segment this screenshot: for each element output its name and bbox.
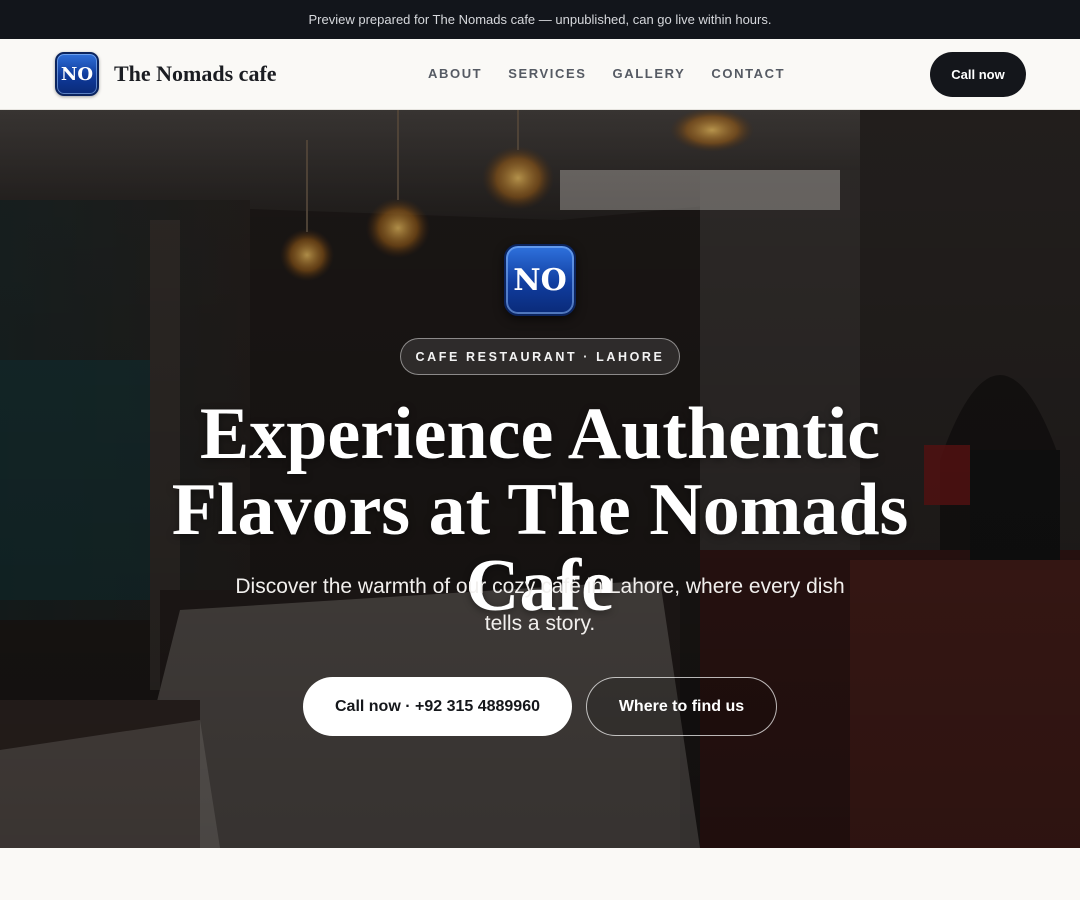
brand-logo[interactable]: NO (55, 52, 99, 96)
hero-logo-initials: NO (513, 262, 567, 298)
nav-link-about[interactable]: ABOUT (428, 66, 482, 81)
hero-subtitle: Discover the warmth of our cozy café in … (235, 575, 845, 635)
main-nav: ABOUT SERVICES GALLERY CONTACT (428, 66, 785, 81)
hero-tagline-badge: CAFE RESTAURANT · LAHORE (400, 338, 680, 375)
hero-logo: NO (504, 244, 576, 316)
preview-banner-text: Preview prepared for The Nomads cafe — u… (308, 12, 772, 27)
preview-banner: Preview prepared for The Nomads cafe — u… (0, 0, 1080, 39)
brand-name[interactable]: The Nomads cafe (114, 61, 277, 87)
brand-logo-initials: NO (60, 63, 94, 85)
site-header: NO The Nomads cafe ABOUT SERVICES GALLER… (0, 39, 1080, 110)
hero-call-button[interactable]: Call now · +92 315 4889960 (303, 677, 572, 736)
nav-link-contact[interactable]: CONTACT (711, 66, 785, 81)
header-call-button[interactable]: Call now (930, 52, 1026, 97)
hero-title-line-1: Experience Authentic (199, 393, 881, 475)
nav-link-gallery[interactable]: GALLERY (613, 66, 686, 81)
hero-tagline-text: CAFE RESTAURANT · LAHORE (415, 349, 665, 364)
find-us-button[interactable]: Where to find us (586, 677, 777, 736)
hero-section: NO CAFE RESTAURANT · LAHORE Experience A… (0, 110, 1080, 848)
nav-link-services[interactable]: SERVICES (508, 66, 586, 81)
